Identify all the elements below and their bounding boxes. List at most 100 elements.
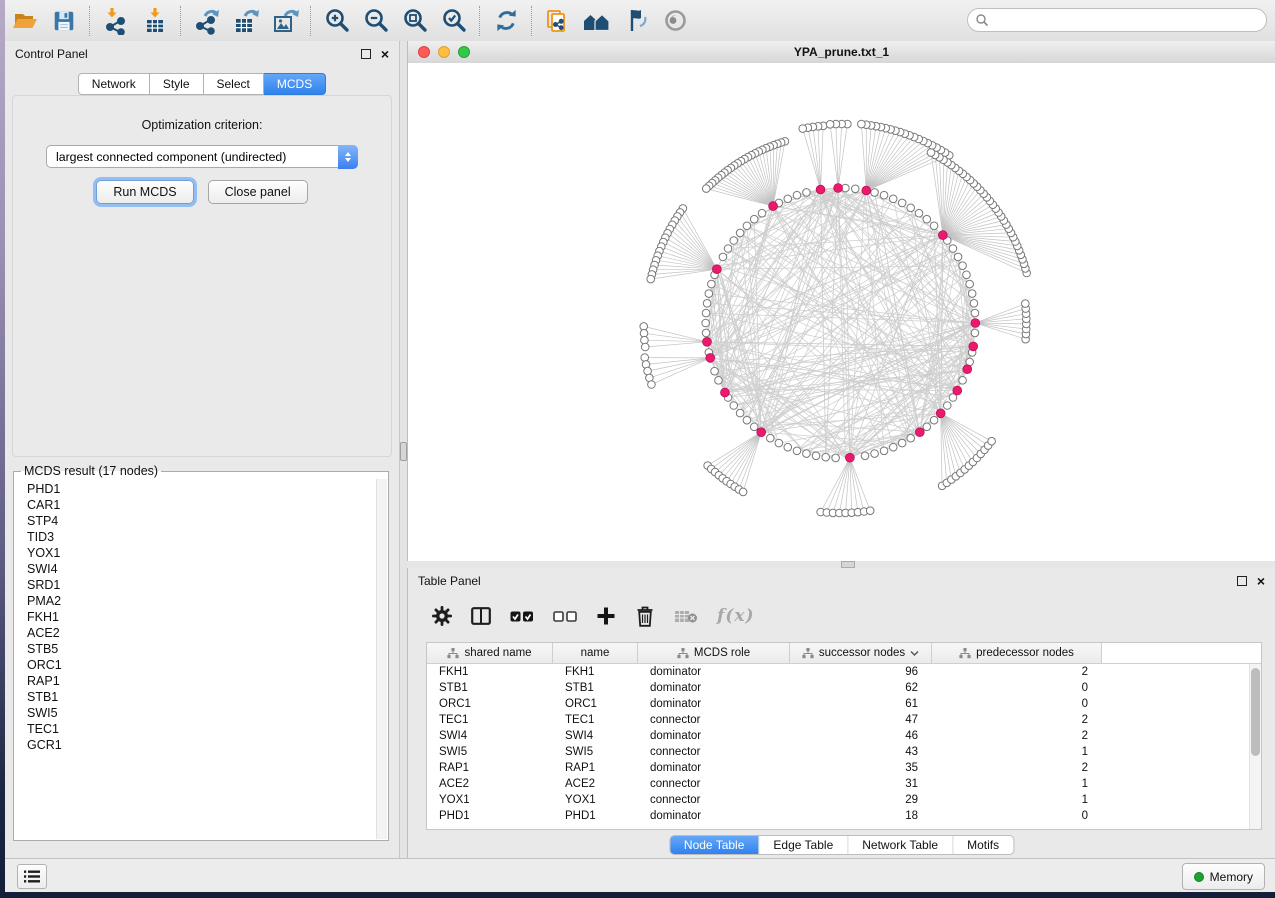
mcds-node-item[interactable]: TEC1 — [27, 721, 375, 737]
mcds-node-item[interactable]: STP4 — [27, 513, 375, 529]
main-toolbar — [5, 0, 1275, 42]
cell-predecessor_nodes: 0 — [932, 696, 1102, 712]
table-row[interactable]: TEC1TEC1connector472 — [427, 712, 1261, 728]
run-mcds-button[interactable]: Run MCDS — [96, 180, 193, 204]
tab-style[interactable]: Style — [150, 73, 204, 95]
open-file-button[interactable] — [9, 4, 41, 38]
mcds-node-item[interactable]: STB1 — [27, 689, 375, 705]
mcds-node-item[interactable]: GCR1 — [27, 737, 375, 753]
control-panel: Control Panel × NetworkStyleSelectMCDS O… — [5, 41, 399, 859]
refresh-icon — [493, 7, 520, 34]
column-header-MCDS-role[interactable]: MCDS role — [638, 643, 790, 663]
tab-node-table[interactable]: Node Table — [670, 836, 759, 854]
import-network-button[interactable] — [100, 4, 132, 38]
tab-network-table[interactable]: Network Table — [847, 836, 952, 854]
add-row-button[interactable] — [596, 606, 616, 626]
refresh-network-button[interactable] — [490, 4, 522, 38]
float-panel-icon[interactable] — [361, 49, 371, 59]
tab-network[interactable]: Network — [78, 73, 150, 95]
column-header-name[interactable]: name — [553, 643, 638, 663]
memory-button[interactable]: Memory — [1182, 863, 1265, 890]
mcds-node-item[interactable]: FKH1 — [27, 609, 375, 625]
tab-edge-table[interactable]: Edge Table — [758, 836, 847, 854]
cell-shared_name: FKH1 — [427, 664, 553, 680]
close-panel-icon[interactable]: × — [381, 49, 389, 59]
home-button[interactable] — [581, 4, 613, 38]
show-task-history-button[interactable] — [17, 864, 47, 889]
search-box[interactable] — [967, 8, 1267, 32]
export-network-button[interactable] — [191, 4, 223, 38]
tab-select[interactable]: Select — [204, 73, 264, 95]
float-panel-icon[interactable] — [1237, 576, 1247, 586]
scrollbar-thumb[interactable] — [1251, 668, 1260, 756]
table-row[interactable]: ACE2ACE2connector311 — [427, 776, 1261, 792]
cell-shared_name: ACE2 — [427, 776, 553, 792]
table-row[interactable]: STB1STB1dominator620 — [427, 680, 1261, 696]
mcds-node-item[interactable]: ORC1 — [27, 657, 375, 673]
mcds-node-item[interactable]: CAR1 — [27, 497, 375, 513]
table-row[interactable]: FKH1FKH1dominator962 — [427, 664, 1261, 680]
mcds-node-item[interactable]: SWI5 — [27, 705, 375, 721]
tab-motifs[interactable]: Motifs — [952, 836, 1013, 854]
cell-shared_name: STB1 — [427, 680, 553, 696]
settings-gear-button[interactable] — [432, 606, 452, 626]
zoom-selected-button[interactable] — [438, 4, 470, 38]
table-row[interactable]: RAP1RAP1dominator352 — [427, 760, 1261, 776]
table-row[interactable]: PHD1PHD1dominator180 — [427, 808, 1261, 824]
optimization-label: Optimization criterion: — [13, 118, 391, 132]
export-image-button[interactable] — [269, 4, 301, 38]
show-columns-button[interactable] — [471, 607, 491, 625]
zoom-out-button[interactable] — [360, 4, 392, 38]
table-row[interactable]: SWI5SWI5connector431 — [427, 744, 1261, 760]
mcds-node-item[interactable]: ACE2 — [27, 625, 375, 641]
table-panel-title: Table Panel — [418, 574, 1237, 588]
export-table-button[interactable] — [230, 4, 262, 38]
mcds-node-item[interactable]: SWI4 — [27, 561, 375, 577]
search-input[interactable] — [993, 12, 1266, 28]
cell-name: ACE2 — [553, 776, 638, 792]
zoom-fit-button[interactable] — [399, 4, 431, 38]
network-window-titlebar[interactable]: YPA_prune.txt_1 — [408, 41, 1275, 64]
export-table-icon — [232, 7, 260, 35]
flag-icon — [623, 7, 650, 34]
splitter-handle[interactable] — [400, 442, 407, 461]
mcds-node-item[interactable]: TID3 — [27, 529, 375, 545]
table-row[interactable]: SWI4SWI4dominator462 — [427, 728, 1261, 744]
mcds-node-item[interactable]: STB5 — [27, 641, 375, 657]
column-header-predecessor-nodes[interactable]: predecessor nodes — [932, 643, 1102, 663]
tab-mcds[interactable]: MCDS — [264, 73, 326, 95]
optimization-select[interactable]: largest connected component (undirected) — [46, 145, 358, 168]
show-graphics-button[interactable] — [659, 4, 691, 38]
cell-successor_nodes: 96 — [790, 664, 932, 680]
save-session-button[interactable] — [48, 4, 80, 38]
close-panel-button[interactable]: Close panel — [208, 180, 308, 204]
close-panel-icon[interactable]: × — [1257, 576, 1265, 586]
mcds-node-item[interactable]: PHD1 — [27, 481, 375, 497]
cell-successor_nodes: 29 — [790, 792, 932, 808]
zoom-in-button[interactable] — [321, 4, 353, 38]
memory-label: Memory — [1210, 870, 1253, 884]
deselect-all-button[interactable] — [553, 611, 577, 622]
splitter-handle[interactable] — [841, 561, 855, 568]
table-scrollbar[interactable] — [1249, 664, 1261, 829]
table-row[interactable]: ORC1ORC1dominator610 — [427, 696, 1261, 712]
hide-annotations-button[interactable] — [620, 4, 652, 38]
column-header-shared-name[interactable]: shared name — [427, 643, 553, 663]
network-canvas[interactable] — [408, 63, 1275, 561]
horizontal-splitter[interactable] — [407, 561, 1275, 568]
mcds-node-item[interactable]: PMA2 — [27, 593, 375, 609]
mcds-node-item[interactable]: RAP1 — [27, 673, 375, 689]
table-row[interactable]: YOX1YOX1connector291 — [427, 792, 1261, 808]
mcds-result-list[interactable]: PHD1CAR1STP4TID3YOX1SWI4SRD1PMA2FKH1ACE2… — [14, 478, 375, 838]
mcds-node-item[interactable]: YOX1 — [27, 545, 375, 561]
plus-icon — [596, 606, 616, 626]
share-document-button[interactable] — [542, 4, 574, 38]
column-header-successor-nodes[interactable]: successor nodes — [790, 643, 932, 663]
result-list-scrollbar[interactable] — [376, 479, 387, 839]
delete-row-button[interactable] — [635, 605, 655, 627]
import-table-button[interactable] — [139, 4, 171, 38]
cell-name: TEC1 — [553, 712, 638, 728]
network-graph[interactable] — [408, 63, 1275, 561]
mcds-node-item[interactable]: SRD1 — [27, 577, 375, 593]
select-all-button[interactable] — [510, 611, 534, 622]
